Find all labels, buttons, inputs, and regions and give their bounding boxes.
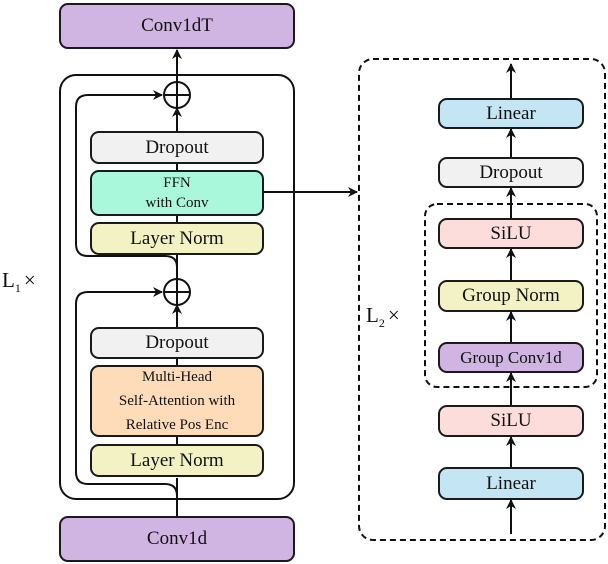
layer-norm-label: Layer Norm <box>130 449 224 471</box>
conv1d-label: Conv1d <box>146 528 208 549</box>
silu-label: SiLU <box>490 410 532 431</box>
dropout-label: Dropout <box>145 332 209 353</box>
ffn-label: FFN <box>163 175 191 191</box>
attention-label-line2: Self-Attention with <box>118 393 236 409</box>
linear-bottom-block: Linear <box>438 467 584 500</box>
dropout-label: Dropout <box>479 161 543 183</box>
linear-label: Linear <box>486 472 536 494</box>
times-symbol: × <box>387 303 400 327</box>
ffn-with-conv-block: FFN with Conv <box>90 170 264 216</box>
repeat-letter: L <box>2 268 15 292</box>
right-dropout-block: Dropout <box>438 157 584 188</box>
repeat-subscript: 1 <box>14 281 21 296</box>
repeat-letter: L <box>366 303 379 327</box>
conv1dt-block: Conv1dT <box>59 3 295 49</box>
linear-label: Linear <box>486 102 536 124</box>
repeat-subscript: 2 <box>378 316 385 331</box>
group-conv-label: Group Conv1d <box>460 347 562 367</box>
attention-label-line1: Multi-Head <box>142 369 212 385</box>
attention-label-line3: Relative Pos Enc <box>125 417 229 433</box>
layer-norm-label: Layer Norm <box>130 227 224 249</box>
group-norm-block: Group Norm <box>438 280 584 312</box>
times-symbol: × <box>23 268 36 292</box>
conv1dt-label: Conv1dT <box>141 15 213 36</box>
attn-dropout-block: Dropout <box>90 327 264 359</box>
linear-top-block: Linear <box>438 98 584 129</box>
l2-repeat-label: L2 × <box>366 303 400 331</box>
multi-head-attention-block: Multi-Head Self-Attention with Relative … <box>90 365 264 437</box>
ffn-layer-norm-block: Layer Norm <box>90 222 264 255</box>
ffn-sublabel: with Conv <box>145 195 209 211</box>
dropout-label: Dropout <box>145 136 209 158</box>
group-norm-label: Group Norm <box>462 285 560 306</box>
group-conv1d-block: Group Conv1d <box>438 342 584 373</box>
inner-silu-block: SiLU <box>438 218 584 249</box>
conv1d-block: Conv1d <box>59 516 295 562</box>
silu-label: SiLU <box>490 222 532 244</box>
attn-layer-norm-block: Layer Norm <box>90 444 264 477</box>
l1-repeat-label: L1 × <box>2 268 36 296</box>
ffn-dropout-block: Dropout <box>90 131 264 164</box>
silu-block: SiLU <box>438 405 584 437</box>
